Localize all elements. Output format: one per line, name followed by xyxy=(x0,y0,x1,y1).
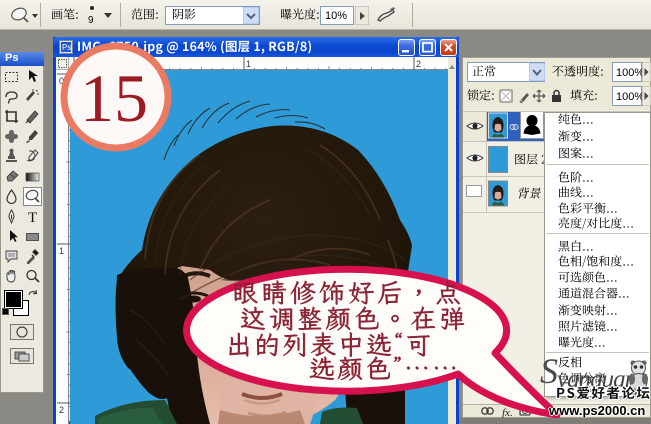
svg-text:15: 15 xyxy=(80,60,148,136)
svg-text:1: 1 xyxy=(59,246,64,256)
svg-text:1: 1 xyxy=(246,59,251,69)
svg-text:2: 2 xyxy=(416,59,421,69)
svg-text:2: 2 xyxy=(59,405,64,415)
